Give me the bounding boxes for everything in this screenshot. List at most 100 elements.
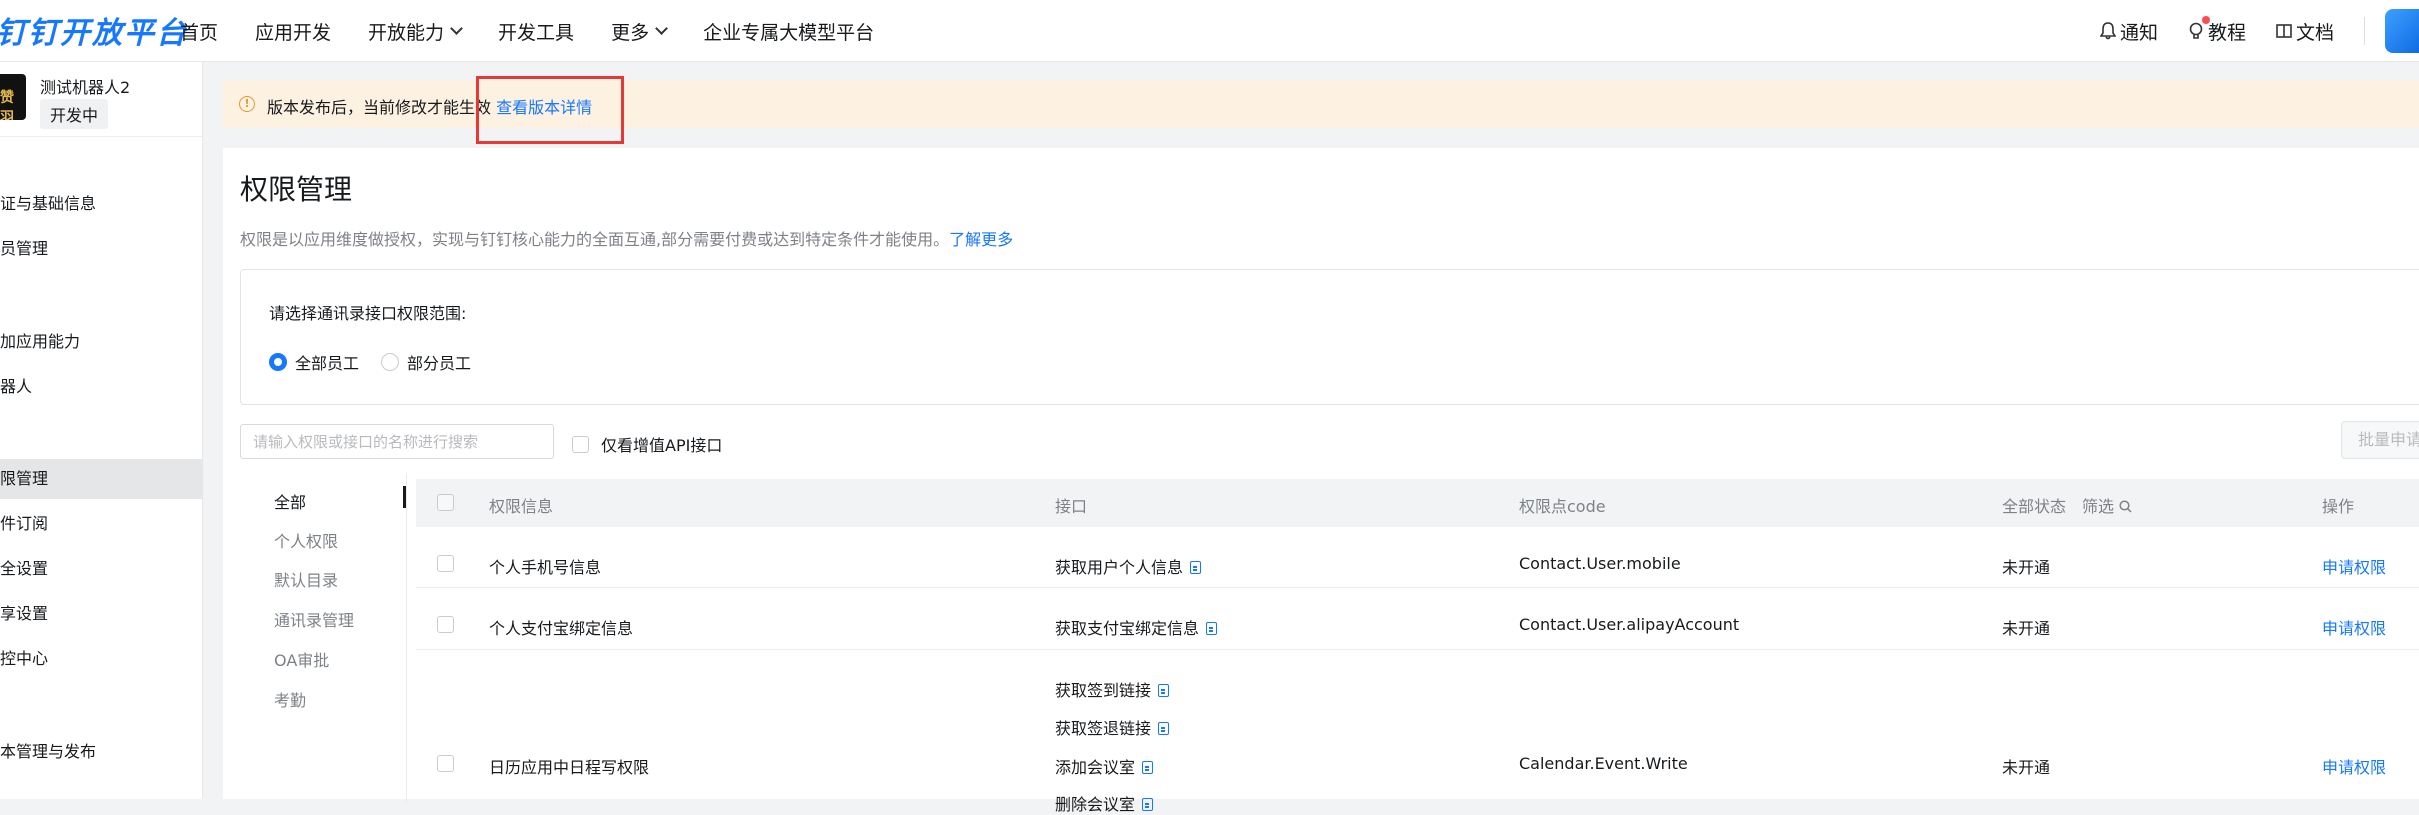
row-info: 日历应用中日程写权限 bbox=[489, 758, 650, 777]
doc-icon[interactable] bbox=[1142, 798, 1154, 811]
divider bbox=[2364, 17, 2365, 45]
select-all-checkbox[interactable] bbox=[437, 494, 454, 511]
row-code: Contact.User.alipayAccount bbox=[1519, 615, 1740, 634]
header-info: 权限信息 bbox=[489, 497, 554, 516]
banner-message: 版本发布后，当前修改才能生效 bbox=[267, 98, 492, 117]
api-link[interactable]: 添加会议室 bbox=[1055, 754, 1154, 778]
category-all[interactable]: 全部 bbox=[274, 489, 306, 513]
permission-search-input[interactable] bbox=[240, 424, 554, 459]
nav-enterprise-llm[interactable]: 企业专属大模型平台 bbox=[703, 18, 874, 45]
sidebar-item-share-settings[interactable]: 享设置 bbox=[0, 594, 203, 634]
tutorial-link[interactable]: 教程 bbox=[2188, 15, 2246, 45]
radio-all-employees[interactable] bbox=[269, 353, 287, 371]
category-attendance[interactable]: 考勤 bbox=[274, 687, 306, 711]
sidebar-item-basic-info[interactable]: 证与基础信息 bbox=[0, 184, 203, 224]
sidebar-item-security-settings[interactable]: 全设置 bbox=[0, 549, 203, 589]
api-name: 删除会议室 bbox=[1055, 795, 1136, 814]
nav-app-dev[interactable]: 应用开发 bbox=[255, 18, 331, 45]
nav-open-capability-label: 开放能力 bbox=[368, 21, 445, 44]
doc-icon[interactable] bbox=[1190, 561, 1202, 574]
doc-icon[interactable] bbox=[1206, 622, 1218, 635]
contact-scope-box: 请选择通讯录接口权限范围: 全部员工 部分员工 bbox=[240, 269, 2419, 405]
active-indicator bbox=[403, 486, 406, 508]
nav-home[interactable]: 首页 bbox=[180, 18, 218, 45]
docs-label: 文档 bbox=[2295, 21, 2334, 44]
page-description: 权限是以应用维度做授权，实现与钉钉核心能力的全面互通,部分需要付费或达到特定条件… bbox=[240, 226, 1013, 250]
chevron-down-icon bbox=[655, 22, 668, 35]
doc-icon[interactable] bbox=[1158, 722, 1170, 735]
learn-more-link[interactable]: 了解更多 bbox=[949, 230, 1013, 249]
nav-dev-tools-label: 开发工具 bbox=[498, 21, 575, 44]
table-header: 权限信息 接口 权限点code 全部状态 筛选 操作 bbox=[416, 479, 2419, 527]
doc-icon[interactable] bbox=[1142, 761, 1154, 774]
row-info: 个人支付宝绑定信息 bbox=[489, 619, 634, 638]
sidebar-item-version-release[interactable]: 本管理与发布 bbox=[0, 732, 203, 772]
app-sidebar: 赞羽 测试机器人2 开发中 证与基础信息 员管理 加应用能力 器人 限管理 件订… bbox=[0, 62, 203, 799]
api-name: 获取支付宝绑定信息 bbox=[1055, 619, 1200, 638]
platform-logo[interactable]: 钉钉开放平台 bbox=[0, 8, 188, 52]
api-link[interactable]: 获取用户个人信息 bbox=[1055, 554, 1202, 578]
right-nav: 通知 教程 文档 bbox=[2099, 0, 2419, 62]
notification-dot bbox=[2201, 15, 2210, 24]
row-code: Calendar.Event.Write bbox=[1519, 754, 1688, 773]
page-title: 权限管理 bbox=[240, 173, 353, 206]
scope-title: 请选择通讯录接口权限范围: bbox=[269, 304, 467, 323]
bell-icon bbox=[2099, 22, 2116, 40]
api-name: 获取用户个人信息 bbox=[1055, 558, 1184, 577]
category-personal[interactable]: 个人权限 bbox=[274, 528, 338, 552]
nav-home-label: 首页 bbox=[180, 21, 219, 44]
header-filter[interactable]: 筛选 bbox=[2082, 493, 2132, 517]
doc-icon[interactable] bbox=[1158, 684, 1170, 697]
header-op: 操作 bbox=[2322, 497, 2355, 516]
sidebar-item-robot[interactable]: 器人 bbox=[0, 367, 203, 407]
api-name: 获取签到链接 bbox=[1055, 681, 1152, 700]
only-value-api-label: 仅看增值API接口 bbox=[601, 436, 723, 455]
highlight-box bbox=[476, 76, 624, 144]
filter-label: 筛选 bbox=[2082, 497, 2115, 516]
bulb-icon bbox=[2189, 22, 2203, 39]
apply-permission-link[interactable]: 申请权限 bbox=[2322, 554, 2386, 578]
row-status: 未开通 bbox=[2002, 758, 2051, 777]
divider bbox=[0, 136, 203, 137]
permission-card: 权限管理 权限是以应用维度做授权，实现与钉钉核心能力的全面互通,部分需要付费或达… bbox=[223, 148, 2419, 814]
sidebar-item-monitor-center[interactable]: 控中心 bbox=[0, 639, 203, 679]
header-status[interactable]: 全部状态 bbox=[2002, 493, 2066, 517]
row-checkbox[interactable] bbox=[437, 616, 454, 633]
row-divider bbox=[416, 587, 2419, 588]
row-checkbox[interactable] bbox=[437, 555, 454, 572]
nav-more-label: 更多 bbox=[611, 21, 650, 44]
sidebar-item-member-mgmt[interactable]: 员管理 bbox=[0, 229, 203, 269]
api-link[interactable]: 获取签退链接 bbox=[1055, 715, 1170, 739]
status-badge: 开发中 bbox=[40, 99, 109, 129]
row-status: 未开通 bbox=[2002, 619, 2051, 638]
apply-permission-link[interactable]: 申请权限 bbox=[2322, 615, 2386, 639]
notify-link[interactable]: 通知 bbox=[2099, 18, 2158, 45]
category-contacts[interactable]: 通讯录管理 bbox=[274, 607, 354, 631]
apply-permission-link[interactable]: 申请权限 bbox=[2322, 754, 2386, 778]
sidebar-item-permission-mgmt[interactable]: 限管理 bbox=[0, 459, 203, 499]
row-checkbox[interactable] bbox=[437, 755, 454, 772]
row-status: 未开通 bbox=[2002, 558, 2051, 577]
user-avatar[interactable] bbox=[2385, 9, 2419, 53]
notify-label: 通知 bbox=[2119, 21, 2158, 44]
only-value-api-filter[interactable]: 仅看增值API接口 bbox=[572, 432, 722, 456]
radio-partial-employees[interactable] bbox=[381, 353, 400, 371]
only-value-api-checkbox[interactable] bbox=[572, 435, 589, 453]
category-default[interactable]: 默认目录 bbox=[274, 567, 338, 591]
nav-more[interactable]: 更多 bbox=[611, 18, 668, 45]
header-code: 权限点code bbox=[1519, 497, 1606, 516]
batch-apply-button[interactable]: 批量申请 bbox=[2341, 421, 2419, 459]
radio-partial-employees-label[interactable]: 部分员工 bbox=[407, 350, 471, 374]
api-link[interactable]: 获取签到链接 bbox=[1055, 677, 1170, 701]
category-oa-approval[interactable]: OA审批 bbox=[274, 647, 329, 671]
radio-all-employees-label[interactable]: 全部员工 bbox=[295, 350, 359, 374]
sidebar-item-event-subscription[interactable]: 件订阅 bbox=[0, 504, 203, 544]
docs-link[interactable]: 文档 bbox=[2276, 18, 2334, 45]
api-link[interactable]: 获取支付宝绑定信息 bbox=[1055, 615, 1218, 639]
sidebar-item-add-capability[interactable]: 加应用能力 bbox=[0, 322, 203, 362]
scope-radio-group: 全部员工 部分员工 bbox=[269, 350, 493, 374]
api-link[interactable]: 删除会议室 bbox=[1055, 791, 1154, 815]
nav-open-capability[interactable]: 开放能力 bbox=[368, 18, 463, 45]
page-description-text: 权限是以应用维度做授权，实现与钉钉核心能力的全面互通,部分需要付费或达到特定条件… bbox=[240, 230, 950, 249]
nav-dev-tools[interactable]: 开发工具 bbox=[498, 18, 574, 45]
